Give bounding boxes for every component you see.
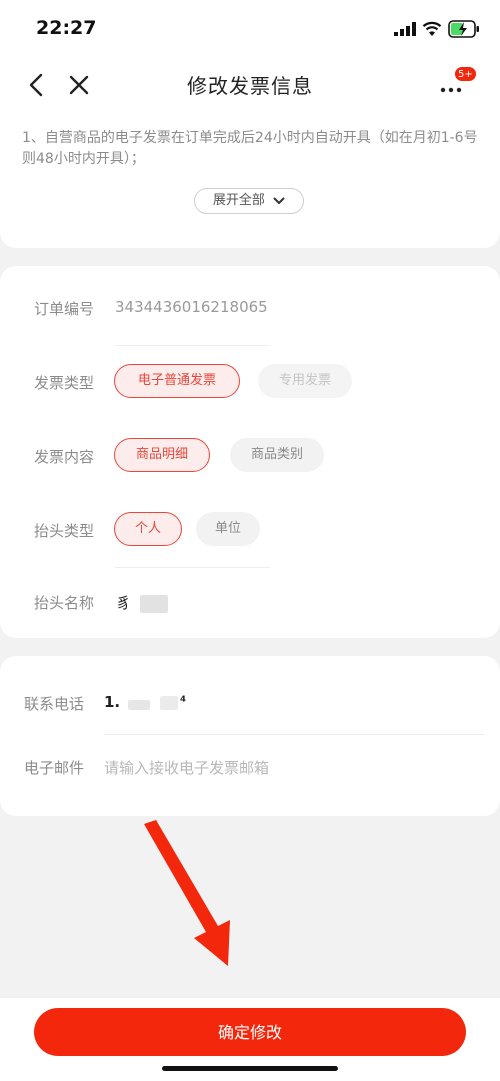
page-title: 修改发票信息: [187, 74, 313, 98]
invoice-content-label: 发票内容: [34, 448, 95, 466]
email-label: 电子邮件: [24, 759, 85, 777]
red-arrow-annotation: [144, 820, 230, 966]
title-type-label: 抬头类型: [34, 522, 95, 540]
title-name-value[interactable]: 豸: [116, 592, 131, 613]
redacted-text: [160, 696, 178, 710]
contact-card: 联系电话 1. ⁴ 电子邮件: [0, 656, 500, 816]
phone-value[interactable]: 1.: [104, 693, 120, 711]
notice-card: 1、自营商品的电子发票在订单完成后24小时内自动开具（如在月初1-6号则48小时…: [0, 110, 500, 248]
invoice-type-option-electronic[interactable]: 电子普通发票: [114, 364, 240, 398]
invoice-content-option-category[interactable]: 商品类别: [230, 438, 324, 472]
title-type-option-company[interactable]: 单位: [196, 512, 260, 546]
title-type-row: 抬头类型 个人 单位: [0, 496, 500, 568]
wifi-icon: [422, 21, 442, 36]
notice-text: 1、自营商品的电子发票在订单完成后24小时内自动开具（如在月初1-6号则48小时…: [22, 130, 478, 167]
title-name-label: 抬头名称: [34, 594, 95, 612]
phone-label: 联系电话: [24, 695, 85, 713]
expand-all-label: 展开全部: [212, 193, 265, 208]
status-time: 22:27: [36, 17, 97, 39]
redacted-text: [140, 595, 168, 613]
redacted-text: [128, 700, 150, 710]
chevron-down-icon: [273, 197, 285, 204]
confirm-modify-button[interactable]: 确定修改: [34, 1008, 466, 1056]
status-bar: 22:27: [0, 0, 500, 62]
divider: [115, 345, 270, 346]
invoice-info-card: 订单编号 3434436016218065 发票类型 电子普通发票 专用发票 发…: [0, 266, 500, 638]
title-type-option-personal[interactable]: 个人: [114, 512, 182, 546]
invoice-type-option-special[interactable]: 专用发票: [258, 364, 352, 398]
order-number-label: 订单编号: [34, 300, 95, 318]
notification-badge: 5+: [454, 66, 477, 82]
battery-charging-icon: [448, 20, 479, 38]
order-number-value: 3434436016218065: [115, 298, 268, 316]
expand-all-button[interactable]: 展开全部: [194, 188, 304, 214]
invoice-content-row: 发票内容 商品明细 商品类别: [0, 422, 500, 494]
phone-value-end: ⁴: [180, 694, 187, 710]
invoice-type-row: 发票类型 电子普通发票 专用发票: [0, 348, 500, 420]
home-indicator: [162, 1066, 338, 1071]
email-input[interactable]: [102, 754, 476, 782]
order-number-row: 订单编号 3434436016218065: [0, 274, 500, 346]
nav-bar: 修改发票信息 5+: [0, 62, 500, 110]
title-name-row: 抬头名称 豸: [0, 568, 500, 640]
signal-icon: [394, 22, 416, 36]
invoice-content-option-detail[interactable]: 商品明细: [114, 438, 210, 472]
divider: [104, 734, 484, 735]
invoice-type-label: 发票类型: [34, 374, 95, 392]
bottom-bar: 确定修改: [0, 998, 500, 1081]
